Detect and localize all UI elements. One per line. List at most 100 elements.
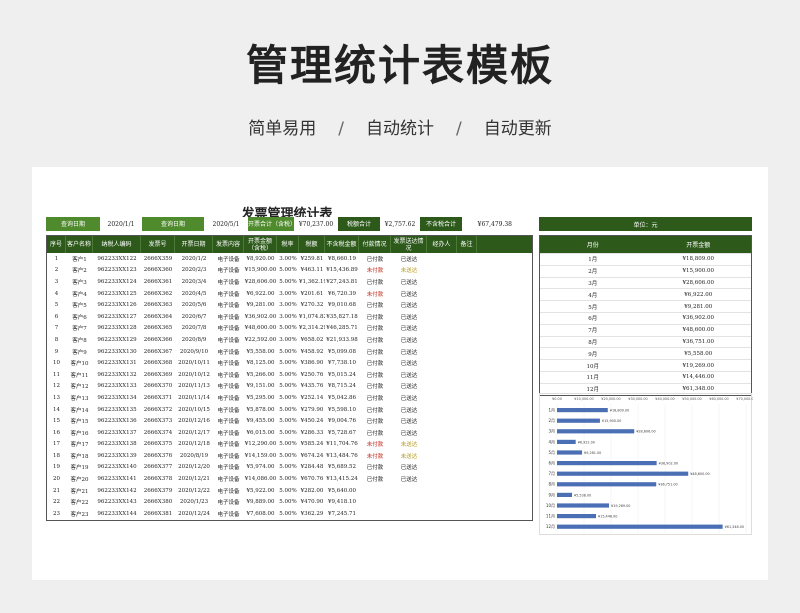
col-header[interactable]: 客户名称 — [66, 236, 93, 253]
table-cell[interactable]: 962233XX123 — [93, 267, 141, 273]
query-start-value[interactable]: 2020/1/1 — [100, 217, 142, 231]
table-cell[interactable]: 已付款 — [359, 463, 391, 471]
table-cell[interactable]: 5.00% — [277, 476, 299, 482]
table-cell[interactable]: ¥21,933.98 — [325, 337, 359, 343]
table-cell[interactable]: ¥1,074.82 — [299, 314, 325, 320]
table-cell[interactable]: 客户1 — [66, 255, 93, 263]
table-cell[interactable]: 962233XX144 — [93, 511, 141, 517]
table-cell[interactable]: ¥6,922.00 — [244, 291, 277, 297]
table-cell[interactable]: 2 — [47, 267, 66, 273]
table-cell[interactable]: 已送达 — [391, 417, 427, 425]
table-row[interactable]: 11 客户11 962233XX132 2666X369 2020/10/12 电子设备 ¥… — [47, 369, 532, 381]
table-cell[interactable]: 962233XX131 — [93, 360, 141, 366]
table-cell[interactable]: 2020/11/14 — [175, 395, 213, 401]
table-cell[interactable]: 9 — [47, 349, 66, 355]
table-cell[interactable]: 已送达 — [391, 336, 427, 344]
table-cell[interactable]: 3.00% — [277, 314, 299, 320]
bar[interactable] — [557, 492, 573, 497]
col-header[interactable]: 开票日期 — [175, 236, 213, 253]
table-cell[interactable]: ¥5,042.86 — [325, 395, 359, 401]
table-cell[interactable]: 2020/12/18 — [175, 441, 213, 447]
table-cell[interactable]: 客户5 — [66, 301, 93, 309]
table-cell[interactable]: 15 — [47, 418, 66, 424]
table-cell[interactable]: 已付款 — [359, 324, 391, 332]
table-cell[interactable]: 未送达 — [391, 440, 427, 448]
table-cell[interactable]: 电子设备 — [213, 475, 244, 483]
table-cell[interactable]: 962233XX136 — [93, 418, 141, 424]
table-cell[interactable]: ¥5,295.00 — [244, 395, 277, 401]
table-cell[interactable]: 5.00% — [277, 430, 299, 436]
table-cell[interactable]: ¥5,640.00 — [325, 488, 359, 494]
table-cell[interactable]: 已付款 — [359, 475, 391, 483]
table-cell[interactable]: 16 — [47, 430, 66, 436]
table-cell[interactable]: ¥252.14 — [299, 395, 325, 401]
summary-row[interactable]: 1月 ¥18,809.00 — [540, 253, 751, 265]
table-row[interactable]: 6 客户6 962233XX127 2666X364 2020/6/7 电子设备 ¥36,9… — [47, 311, 532, 323]
table-cell[interactable]: 已送达 — [391, 313, 427, 321]
table-cell[interactable]: 7 — [47, 325, 66, 331]
table-cell[interactable]: 未付款 — [359, 266, 391, 274]
table-row[interactable]: 16 客户16 962233XX137 2666X374 2020/12/17 电子设备 ¥… — [47, 427, 532, 439]
table-cell[interactable]: 电子设备 — [213, 336, 244, 344]
table-cell[interactable]: ¥5,689.52 — [325, 464, 359, 470]
table-cell[interactable]: ¥450.24 — [299, 418, 325, 424]
col-header[interactable]: 发票内容 — [213, 236, 244, 253]
table-cell[interactable]: 2666X368 — [141, 360, 175, 366]
table-cell[interactable]: 11 — [47, 372, 66, 378]
table-cell[interactable]: 客户12 — [66, 382, 93, 390]
table-cell[interactable]: 6 — [47, 314, 66, 320]
table-cell[interactable]: ¥13,415.24 — [325, 476, 359, 482]
table-cell[interactable]: 962233XX122 — [93, 256, 141, 262]
bar[interactable] — [557, 503, 610, 508]
table-cell[interactable]: 电子设备 — [213, 301, 244, 309]
table-cell[interactable]: ¥5,922.00 — [244, 488, 277, 494]
table-cell[interactable]: 2666X371 — [141, 395, 175, 401]
table-cell[interactable]: ¥1,362.19 — [299, 279, 325, 285]
table-cell[interactable]: 2666X375 — [141, 441, 175, 447]
table-cell[interactable]: 18 — [47, 453, 66, 459]
table-cell[interactable]: 17 — [47, 441, 66, 447]
table-cell[interactable]: 2666X378 — [141, 476, 175, 482]
table-cell[interactable]: ¥7,738.10 — [325, 360, 359, 366]
table-cell[interactable]: 5.00% — [277, 349, 299, 355]
table-cell[interactable]: 2666X369 — [141, 372, 175, 378]
table-cell[interactable]: ¥14,159.00 — [244, 453, 277, 459]
table-cell[interactable]: 已送达 — [391, 290, 427, 298]
table-row[interactable]: 13 客户13 962233XX134 2666X371 2020/11/14 电子设备 ¥… — [47, 392, 532, 404]
table-cell[interactable]: 5.00% — [277, 418, 299, 424]
table-cell[interactable]: 电子设备 — [213, 278, 244, 286]
table-cell[interactable]: ¥435.76 — [299, 383, 325, 389]
table-cell[interactable]: 2020/12/22 — [175, 488, 213, 494]
col-header[interactable]: 付款情况 — [359, 236, 391, 253]
table-cell[interactable]: 已送达 — [391, 371, 427, 379]
table-cell[interactable]: 客户16 — [66, 429, 93, 437]
table-cell[interactable]: 2020/10/15 — [175, 407, 213, 413]
table-cell[interactable]: 962233XX125 — [93, 291, 141, 297]
bar[interactable] — [557, 450, 583, 455]
table-cell[interactable]: 电子设备 — [213, 417, 244, 425]
table-cell[interactable]: 2020/12/16 — [175, 418, 213, 424]
table-cell[interactable]: 5.00% — [277, 407, 299, 413]
table-cell[interactable]: 已付款 — [359, 371, 391, 379]
table-cell[interactable]: 客户13 — [66, 394, 93, 402]
table-cell[interactable]: 已付款 — [359, 394, 391, 402]
table-cell[interactable]: ¥279.90 — [299, 407, 325, 413]
table-cell[interactable]: ¥470.90 — [299, 499, 325, 505]
table-row[interactable]: 9 客户9 962233XX130 2666X367 2020/9/10 电子设备 ¥5,5… — [47, 346, 532, 358]
table-cell[interactable]: 962233XX143 — [93, 499, 141, 505]
table-cell[interactable]: 已送达 — [391, 278, 427, 286]
table-row[interactable]: 10 客户10 962233XX131 2666X368 2020/10/11 电子设备 ¥… — [47, 357, 532, 369]
table-row[interactable]: 15 客户15 962233XX136 2666X373 2020/12/16 电子设备 ¥… — [47, 415, 532, 427]
bar[interactable] — [557, 418, 600, 423]
table-cell[interactable]: ¥201.61 — [299, 291, 325, 297]
col-header[interactable]: 开票金额（含税） — [244, 236, 277, 253]
table-cell[interactable]: 已付款 — [359, 278, 391, 286]
table-cell[interactable]: ¥270.32 — [299, 302, 325, 308]
col-header[interactable]: 经办人 — [427, 236, 457, 253]
table-cell[interactable]: 1 — [47, 256, 66, 262]
table-cell[interactable]: 电子设备 — [213, 348, 244, 356]
table-row[interactable]: 17 客户17 962233XX138 2666X375 2020/12/18 电子设备 ¥… — [47, 439, 532, 451]
table-cell[interactable]: 已付款 — [359, 336, 391, 344]
table-cell[interactable]: ¥36,902.00 — [244, 314, 277, 320]
table-cell[interactable]: 客户17 — [66, 440, 93, 448]
